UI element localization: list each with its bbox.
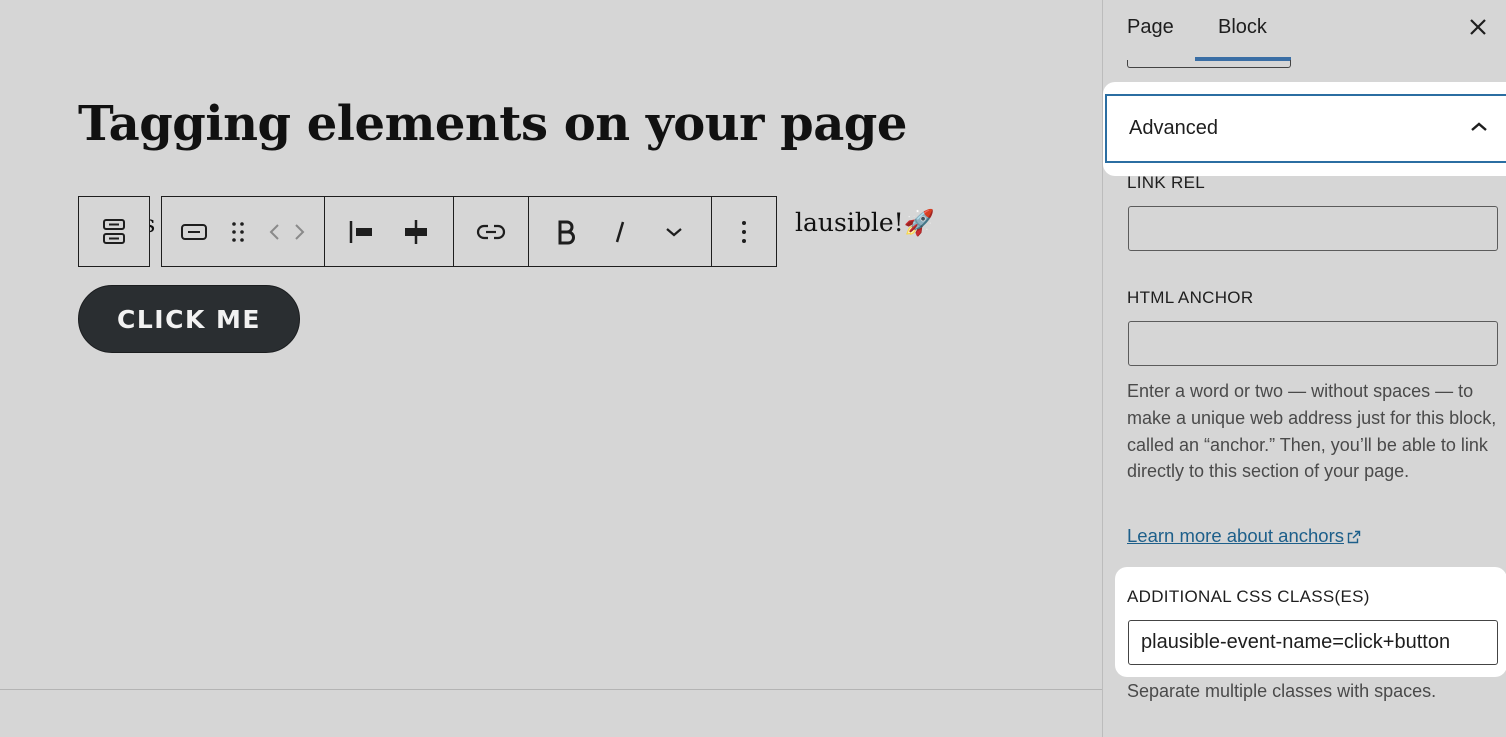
chevron-up-icon bbox=[1471, 122, 1487, 131]
paragraph-fragment-right[interactable]: lausible!🚀 bbox=[795, 208, 935, 238]
options-button[interactable] bbox=[722, 197, 766, 266]
justify-button[interactable] bbox=[389, 197, 443, 266]
toolbar-group-align bbox=[325, 197, 454, 266]
close-icon bbox=[1470, 19, 1486, 35]
html-anchor-label: HTML ANCHOR bbox=[1127, 288, 1254, 307]
advanced-panel-title: Advanced bbox=[1129, 117, 1218, 139]
learn-more-anchors-link[interactable]: Learn more about anchors bbox=[1127, 525, 1361, 547]
select-parent-button[interactable] bbox=[78, 196, 150, 267]
buttons-block-icon bbox=[103, 218, 125, 244]
editor-canvas: Tagging elements on your page s lausible… bbox=[0, 0, 1102, 737]
link-rel-input[interactable] bbox=[1128, 206, 1498, 251]
justify-center-icon bbox=[405, 219, 427, 244]
settings-sidebar: Page Block Advanced LINK REL HTML ANCHOR… bbox=[1102, 0, 1506, 737]
advanced-panel-toggle[interactable]: Advanced bbox=[1105, 94, 1506, 163]
move-block-button[interactable] bbox=[260, 197, 314, 266]
anchor-help-text: Enter a word or two — without spaces — t… bbox=[1127, 381, 1497, 482]
more-formats-button[interactable] bbox=[647, 197, 701, 266]
canvas-divider bbox=[0, 689, 1102, 690]
toolbar-group-format bbox=[529, 197, 712, 266]
css-class-input[interactable] bbox=[1128, 620, 1498, 665]
link-button[interactable] bbox=[464, 197, 518, 266]
italic-button[interactable] bbox=[593, 197, 647, 266]
block-toolbar bbox=[161, 196, 777, 267]
learn-more-anchors-label: Learn more about anchors bbox=[1127, 525, 1344, 546]
close-sidebar-button[interactable] bbox=[1465, 14, 1491, 40]
css-class-help-text: Separate multiple classes with spaces. bbox=[1127, 681, 1437, 701]
more-vertical-icon bbox=[742, 220, 746, 243]
drag-handle-icon bbox=[232, 221, 244, 242]
link-rel-label: LINK REL bbox=[1127, 173, 1205, 192]
css-class-label: ADDITIONAL CSS CLASS(ES) bbox=[1127, 587, 1370, 606]
align-button[interactable] bbox=[335, 197, 389, 266]
sidebar-tabs: Page Block bbox=[1103, 0, 1506, 61]
toolbar-group-options bbox=[712, 197, 776, 266]
move-arrows-icon bbox=[269, 223, 305, 240]
button-block-icon bbox=[181, 223, 207, 240]
link-icon bbox=[476, 224, 506, 239]
toolbar-group-link bbox=[454, 197, 529, 266]
click-me-button[interactable]: CLICK ME bbox=[78, 285, 300, 353]
block-type-button[interactable] bbox=[172, 197, 216, 266]
html-anchor-input[interactable] bbox=[1128, 321, 1498, 366]
tab-block[interactable]: Block bbox=[1218, 16, 1267, 39]
previous-panel-edge bbox=[1127, 60, 1291, 68]
bold-icon bbox=[558, 220, 575, 244]
italic-icon bbox=[615, 221, 625, 242]
align-left-icon bbox=[349, 220, 372, 243]
chevron-down-icon bbox=[666, 227, 682, 236]
tab-page[interactable]: Page bbox=[1127, 16, 1174, 39]
page-heading[interactable]: Tagging elements on your page bbox=[78, 96, 907, 152]
external-link-icon bbox=[1347, 530, 1361, 544]
bold-button[interactable] bbox=[539, 197, 593, 266]
toolbar-group-block bbox=[162, 197, 325, 266]
drag-handle-button[interactable] bbox=[216, 197, 260, 266]
